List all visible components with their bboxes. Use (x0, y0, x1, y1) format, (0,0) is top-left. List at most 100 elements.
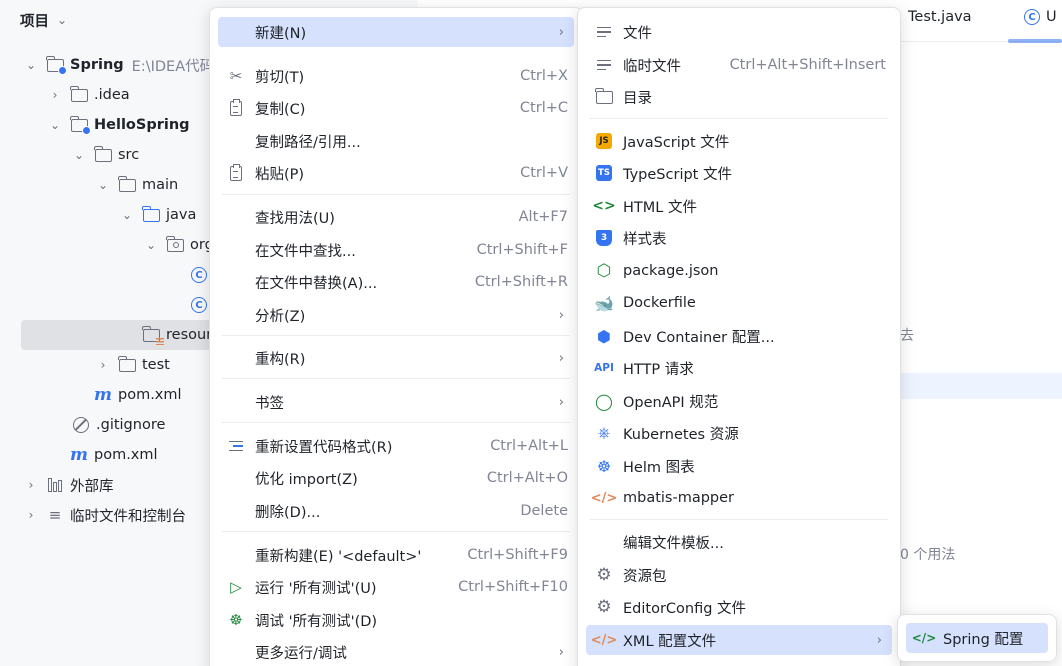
tree-item-test[interactable]: › test (96, 350, 170, 380)
source-folder-icon (142, 205, 160, 223)
xml-item-spring-config[interactable]: </> Spring 配置 (906, 623, 1048, 653)
menu-item-reformat-code[interactable]: 重新设置代码格式(R) Ctrl+Alt+L (218, 431, 574, 461)
tree-label: Spring (70, 57, 124, 73)
resources-folder-icon (142, 325, 164, 345)
project-panel-header[interactable]: 项目 ⌄ (20, 9, 67, 31)
tree-item-java[interactable]: ⌄ java (120, 200, 196, 230)
dev-container-icon: ⬢ (597, 326, 611, 346)
new-item-mbatis-mapper[interactable]: </> mbatis-mapper (586, 483, 892, 513)
new-item-kubernetes[interactable]: ⎈ Kubernetes 资源 (586, 418, 892, 448)
tree-item-scratches[interactable]: › ≡ 临时文件和控制台 (24, 500, 186, 530)
xml-tag-icon: </> (590, 490, 618, 506)
tree-item-gitignore[interactable]: .gitignore (72, 410, 165, 440)
menu-item-find-in-files[interactable]: 在文件中查找... Ctrl+Shift+F (218, 235, 574, 265)
menu-separator (590, 519, 888, 520)
menu-item-bookmarks[interactable]: 书签 › (218, 387, 574, 417)
new-item-javascript[interactable]: JS JavaScript 文件 (586, 126, 892, 156)
collapse-arrow-icon[interactable]: › (24, 478, 38, 492)
new-item-stylesheet[interactable]: 3 样式表 (586, 223, 892, 253)
menu-item-debug-all-tests[interactable]: ☸ 调试 '所有测试'(D) (218, 605, 574, 635)
tree-item-external-libraries[interactable]: › 外部库 (24, 470, 114, 500)
tab-active[interactable]: C U (1024, 9, 1057, 25)
menu-item-cut[interactable]: ✂ 剪切(T) Ctrl+X (218, 61, 574, 91)
tree-item-src[interactable]: ⌄ src (72, 140, 139, 170)
collapse-arrow-icon[interactable]: › (48, 88, 62, 102)
menu-item-run-all-tests[interactable]: ▷ 运行 '所有测试'(U) Ctrl+Shift+F10 (218, 572, 574, 602)
expand-arrow-icon[interactable]: ⌄ (144, 238, 158, 252)
new-submenu: 文件 临时文件 Ctrl+Alt+Shift+Insert 目录 JS Java… (577, 7, 901, 666)
new-item-directory[interactable]: 目录 (586, 82, 892, 112)
tree-item-spring[interactable]: ⌄ Spring E:\IDEA代码 (24, 50, 214, 80)
tab-test-java[interactable]: Test.java (908, 9, 972, 25)
chevron-right-icon: › (558, 644, 564, 660)
module-folder-icon (70, 115, 91, 135)
collapse-arrow-icon[interactable]: › (24, 508, 38, 522)
xml-tag-icon: </> (590, 632, 618, 648)
menu-item-optimize-imports[interactable]: 优化 import(Z) Ctrl+Alt+O (218, 463, 574, 493)
tree-label: 临时文件和控制台 (70, 508, 186, 525)
tree-item-module-pom[interactable]: m pom.xml (94, 380, 182, 410)
class-icon: C (1024, 9, 1040, 25)
menu-item-find-usages[interactable]: 查找用法(U) Alt+F7 (218, 202, 574, 232)
tree-label: HelloSpring (94, 117, 190, 133)
maven-icon: m (94, 385, 112, 405)
active-tab-indicator (1008, 39, 1062, 43)
tree-item-package[interactable]: ⌄ org (144, 230, 214, 260)
tree-item-hellospring[interactable]: ⌄ HelloSpring (48, 110, 190, 140)
new-item-dockerfile[interactable]: 🐋 Dockerfile (586, 288, 892, 318)
tree-item-main[interactable]: ⌄ main (96, 170, 178, 200)
menu-item-new[interactable]: 新建(N) › (218, 17, 574, 47)
menu-item-copy[interactable]: 复制(C) Ctrl+C (218, 93, 574, 123)
expand-arrow-icon[interactable]: ⌄ (72, 148, 86, 162)
menu-item-rebuild[interactable]: 重新构建(E) '<default>' Ctrl+Shift+F9 (218, 540, 574, 570)
project-panel-title: 项目 (20, 13, 49, 30)
new-item-edit-templates[interactable]: 编辑文件模板... (586, 527, 892, 557)
menu-item-delete[interactable]: 删除(D)... Delete (218, 496, 574, 526)
menu-item-copy-path[interactable]: 复制路径/引用... (218, 126, 574, 156)
folder-icon (594, 87, 614, 107)
editor-text-fragment: 去 (900, 328, 914, 344)
chevron-right-icon: › (558, 307, 564, 323)
menu-item-paste[interactable]: 粘贴(P) Ctrl+V (218, 158, 574, 188)
new-item-xml-config[interactable]: </> XML 配置文件 › (586, 625, 892, 655)
folder-icon (70, 85, 88, 103)
tree-item-idea[interactable]: › .idea (48, 80, 130, 110)
expand-arrow-icon[interactable]: ⌄ (48, 118, 62, 132)
new-item-http-request[interactable]: API HTTP 请求 (586, 353, 892, 383)
tree-label: 外部库 (70, 478, 114, 495)
new-item-helm-chart[interactable]: ☸ Helm 图表 (586, 451, 892, 481)
menu-item-more-run-debug[interactable]: 更多运行/调试 › (218, 637, 574, 666)
xml-config-submenu: </> Spring 配置 (897, 614, 1057, 662)
new-item-package-json[interactable]: ⬡ package.json (586, 256, 892, 286)
expand-arrow-icon[interactable]: ⌄ (96, 178, 110, 192)
tree-item-root-pom[interactable]: m pom.xml (70, 440, 158, 470)
gear-icon: ⚙ (596, 565, 612, 585)
collapse-arrow-icon[interactable]: › (96, 358, 110, 372)
menu-separator (222, 335, 570, 336)
typescript-icon: TS (594, 163, 614, 183)
menu-item-analyze[interactable]: 分析(Z) › (218, 300, 574, 330)
maven-icon: m (70, 445, 88, 465)
copy-icon (226, 98, 246, 118)
new-item-editorconfig[interactable]: ⚙ EditorConfig 文件 (586, 592, 892, 622)
new-item-resource-bundle[interactable]: ⚙ 资源包 (586, 560, 892, 590)
scratches-icon: ≡ (48, 506, 62, 524)
new-item-html[interactable]: <> HTML 文件 (586, 191, 892, 221)
expand-arrow-icon[interactable]: ⌄ (24, 58, 38, 72)
usage-hint: 0 个用法 (900, 547, 956, 563)
new-item-openapi[interactable]: ◯ OpenAPI 规范 (586, 386, 892, 416)
chevron-down-icon[interactable]: ⌄ (57, 13, 67, 27)
editor-line-highlight (900, 373, 1062, 399)
tree-item-resources[interactable]: resour (142, 320, 212, 350)
new-item-file[interactable]: 文件 (586, 17, 892, 47)
folder-icon (118, 355, 136, 373)
new-item-scratch-file[interactable]: 临时文件 Ctrl+Alt+Shift+Insert (586, 50, 892, 80)
new-item-dev-container[interactable]: ⬢ Dev Container 配置... (586, 321, 892, 351)
expand-arrow-icon[interactable]: ⌄ (120, 208, 134, 222)
new-item-typescript[interactable]: TS TypeScript 文件 (586, 158, 892, 188)
chevron-right-icon: › (558, 394, 564, 410)
menu-item-replace-in-files[interactable]: 在文件中替换(A)... Ctrl+Shift+R (218, 267, 574, 297)
tree-label: resour (166, 327, 213, 343)
menu-item-refactor[interactable]: 重构(R) › (218, 343, 574, 373)
tree-label: src (118, 147, 140, 163)
